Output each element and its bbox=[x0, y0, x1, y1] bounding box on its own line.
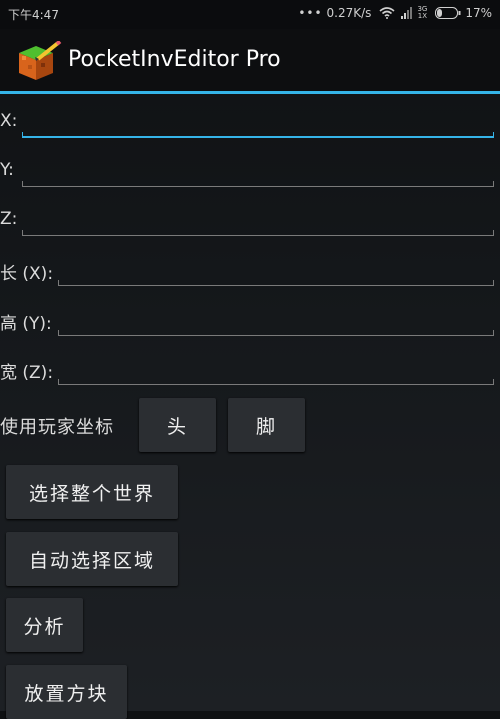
width-field-label: 宽 (Z): bbox=[0, 363, 54, 383]
width-input[interactable] bbox=[58, 357, 494, 379]
action-bar-divider bbox=[0, 91, 500, 94]
status-bar: 下午4:47 ••• 0.27K/s 3G 1X 17% bbox=[0, 0, 500, 29]
analyze-button[interactable]: 分析 bbox=[6, 598, 83, 652]
network-speed: 0.27K/s bbox=[326, 6, 372, 20]
length-input[interactable] bbox=[58, 258, 494, 280]
auto-select-region-button[interactable]: 自动选择区域 bbox=[6, 532, 178, 586]
z-input-underline bbox=[22, 230, 494, 236]
y-input-underline bbox=[22, 181, 494, 187]
status-indicators: ••• 0.27K/s 3G 1X 17% bbox=[298, 6, 492, 21]
network-type: 3G 1X bbox=[417, 6, 427, 20]
x-input[interactable] bbox=[22, 110, 494, 132]
battery-percent: 17% bbox=[465, 6, 492, 20]
player-coords-label: 使用玩家坐标 bbox=[0, 417, 114, 438]
width-input-underline bbox=[58, 379, 494, 385]
signal-icon bbox=[401, 7, 413, 19]
app-title: PocketInvEditor Pro bbox=[68, 47, 281, 72]
height-input-underline bbox=[58, 330, 494, 336]
length-field-label: 长 (X): bbox=[0, 264, 54, 284]
status-time: 下午4:47 bbox=[8, 8, 59, 22]
notification-dots: ••• bbox=[298, 6, 323, 20]
length-input-underline bbox=[58, 280, 494, 286]
x-input-underline bbox=[22, 132, 494, 138]
feet-button[interactable]: 脚 bbox=[228, 398, 305, 452]
battery-icon bbox=[435, 7, 461, 19]
network-type-bottom: 1X bbox=[417, 12, 427, 20]
wifi-icon bbox=[379, 7, 395, 19]
select-world-button[interactable]: 选择整个世界 bbox=[6, 465, 178, 519]
y-field-label: Y: bbox=[0, 160, 14, 180]
z-input[interactable] bbox=[22, 208, 494, 230]
action-bar: PocketInvEditor Pro bbox=[0, 29, 500, 91]
x-field-label: X: bbox=[0, 111, 18, 131]
height-input[interactable] bbox=[58, 308, 494, 330]
height-field-label: 高 (Y): bbox=[0, 314, 52, 334]
y-input[interactable] bbox=[22, 159, 494, 181]
head-button[interactable]: 头 bbox=[139, 398, 216, 452]
z-field-label: Z: bbox=[0, 209, 18, 229]
app-logo-icon[interactable] bbox=[16, 41, 62, 81]
